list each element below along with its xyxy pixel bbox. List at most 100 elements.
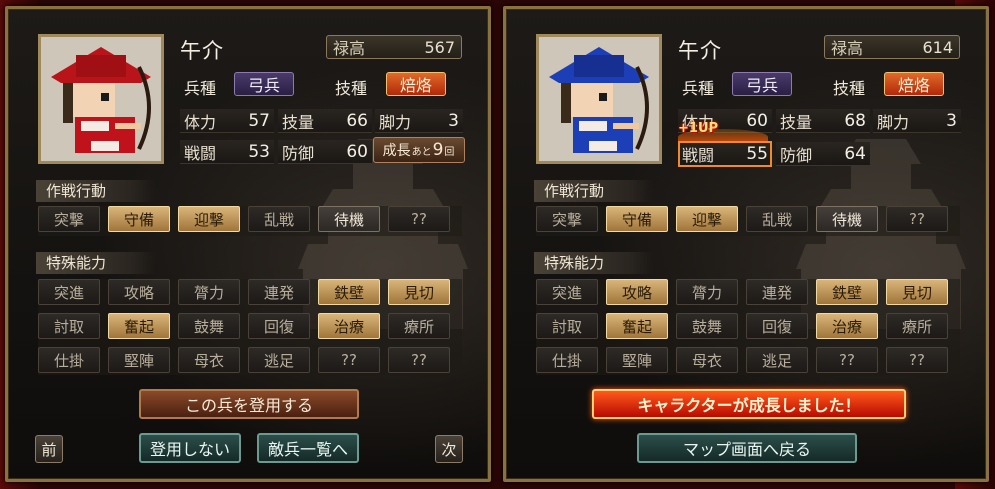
stipend-label: 禄高 — [831, 39, 864, 58]
stat-highlight-frame — [678, 141, 772, 167]
ability-chip[interactable]: ?? — [388, 347, 450, 373]
tactic-chip[interactable]: 乱戦 — [248, 206, 310, 232]
level-up-label: +1UP — [678, 121, 719, 136]
special-abilities-grid: 突進 攻略 膂力 連発 鉄壁 見切討取 奮起 鼓舞 回復 治療 療所仕掛 堅陣 母衣 逃足???? — [536, 279, 960, 375]
soldier-portrait — [38, 34, 164, 164]
ability-chip[interactable]: 膂力 — [178, 279, 240, 305]
stat-stamina: 体力 57 — [180, 109, 274, 133]
tactic-chip[interactable]: 待機 — [318, 206, 380, 232]
ability-chip[interactable]: 回復 — [248, 313, 310, 339]
stat-label: 技量 — [780, 112, 813, 132]
stat-label: 脚力 — [877, 112, 910, 132]
ability-chip[interactable]: 奮起 — [108, 313, 170, 339]
ability-chip[interactable]: 討取 — [38, 313, 100, 339]
tactic-chip[interactable]: 乱戦 — [746, 206, 808, 232]
unit-type-label: 兵種 — [682, 79, 715, 98]
unit-type-badge: 弓兵 — [234, 72, 294, 96]
stat-label: 脚力 — [379, 112, 412, 132]
recruit-panel: 午介 禄高 567 兵種 弓兵 技種 焙烙 体力 57 技量 66 脚力 3 戦… — [5, 6, 491, 482]
tactic-chip[interactable]: ?? — [388, 206, 450, 232]
growth-remaining-badge: 成長 あと 9 回 — [373, 137, 465, 163]
ability-chip[interactable]: 療所 — [886, 313, 948, 339]
prev-button[interactable]: 前 — [35, 435, 63, 463]
skill-type-badge: 焙烙 — [386, 72, 446, 96]
stat-value: 60 — [746, 110, 768, 131]
growth-count: 9 — [432, 140, 444, 160]
stat-defense: 防御 60 — [278, 140, 372, 164]
ability-chip[interactable]: 連発 — [746, 279, 808, 305]
special-section-title: 特殊能力 — [36, 252, 156, 274]
stat-legs: 脚力 3 — [375, 109, 463, 133]
stat-label: 技量 — [282, 112, 315, 132]
ability-chip[interactable]: ?? — [886, 347, 948, 373]
ability-chip[interactable]: 仕掛 — [38, 347, 100, 373]
stipend-value: 567 — [424, 37, 455, 57]
stat-legs: 脚力 3 — [873, 109, 961, 133]
recruit-button[interactable]: この兵を登用する — [139, 389, 359, 419]
stat-label: 体力 — [184, 112, 217, 132]
tactic-chip[interactable]: 迎撃 — [178, 206, 240, 232]
tactic-chip[interactable]: 突撃 — [38, 206, 100, 232]
archer-icon — [539, 37, 659, 161]
ability-chip[interactable]: 療所 — [388, 313, 450, 339]
ability-chip[interactable]: 突進 — [38, 279, 100, 305]
stat-value: 64 — [844, 143, 866, 164]
tactic-chip[interactable]: 待機 — [816, 206, 878, 232]
tactics-section-title: 作戦行動 — [36, 180, 156, 202]
ability-chip[interactable]: ?? — [318, 347, 380, 373]
character-grown-banner: キャラクターが成長しました！ — [592, 389, 906, 419]
stat-value: 3 — [946, 110, 957, 131]
growth-result-panel: 午介 禄高 614 兵種 弓兵 技種 焙烙 体力 60 技量 68 脚力 3 +… — [503, 6, 989, 482]
stipend-box: 禄高 614 — [824, 35, 960, 59]
decline-button[interactable]: 登用しない — [139, 433, 241, 463]
tactic-chip[interactable]: 守備 — [606, 206, 668, 232]
ability-chip[interactable]: 回復 — [746, 313, 808, 339]
back-to-map-button[interactable]: マップ画面へ戻る — [637, 433, 857, 463]
enemy-list-button[interactable]: 敵兵一覧へ — [257, 433, 359, 463]
ability-chip[interactable]: 治療 — [318, 313, 380, 339]
ability-chip[interactable]: 鉄壁 — [816, 279, 878, 305]
ability-chip[interactable]: 攻略 — [108, 279, 170, 305]
tactic-chip[interactable]: 突撃 — [536, 206, 598, 232]
ability-chip[interactable]: 膂力 — [676, 279, 738, 305]
ability-chip[interactable]: 攻略 — [606, 279, 668, 305]
stat-technique: 技量 68 — [776, 109, 870, 133]
ability-chip[interactable]: 鼓舞 — [676, 313, 738, 339]
skill-type-badge: 焙烙 — [884, 72, 944, 96]
ability-chip[interactable]: 母衣 — [178, 347, 240, 373]
ability-chip[interactable]: 見切 — [886, 279, 948, 305]
tactics-grid: 突撃 守備 迎撃 乱戦 待機?? — [38, 206, 462, 236]
ability-chip[interactable]: 鼓舞 — [178, 313, 240, 339]
stat-value: 66 — [346, 110, 368, 131]
soldier-portrait — [536, 34, 662, 164]
ability-chip[interactable]: 討取 — [536, 313, 598, 339]
stipend-value: 614 — [922, 37, 953, 57]
tactic-chip[interactable]: 迎撃 — [676, 206, 738, 232]
next-button[interactable]: 次 — [435, 435, 463, 463]
ability-chip[interactable]: 連発 — [248, 279, 310, 305]
tactic-chip[interactable]: 守備 — [108, 206, 170, 232]
stat-value: 68 — [844, 110, 866, 131]
stipend-box: 禄高 567 — [326, 35, 462, 59]
ability-chip[interactable]: 治療 — [816, 313, 878, 339]
stat-defense: 防御 64 — [776, 142, 870, 166]
growth-remaining-label: あと — [411, 146, 432, 158]
ability-chip[interactable]: 母衣 — [676, 347, 738, 373]
ability-chip[interactable]: 奮起 — [606, 313, 668, 339]
stat-value: 57 — [248, 110, 270, 131]
ability-chip[interactable]: 見切 — [388, 279, 450, 305]
tactics-grid: 突撃 守備 迎撃 乱戦 待機?? — [536, 206, 960, 236]
tactic-chip[interactable]: ?? — [886, 206, 948, 232]
ability-chip[interactable]: 堅陣 — [108, 347, 170, 373]
ability-chip[interactable]: ?? — [816, 347, 878, 373]
stat-label: 防御 — [780, 145, 813, 165]
stat-combat: 戦闘 53 — [180, 140, 274, 164]
ability-chip[interactable]: 仕掛 — [536, 347, 598, 373]
unit-type-label: 兵種 — [184, 79, 217, 98]
ability-chip[interactable]: 鉄壁 — [318, 279, 380, 305]
stat-label: 防御 — [282, 143, 315, 163]
ability-chip[interactable]: 逃足 — [746, 347, 808, 373]
ability-chip[interactable]: 堅陣 — [606, 347, 668, 373]
ability-chip[interactable]: 突進 — [536, 279, 598, 305]
ability-chip[interactable]: 逃足 — [248, 347, 310, 373]
